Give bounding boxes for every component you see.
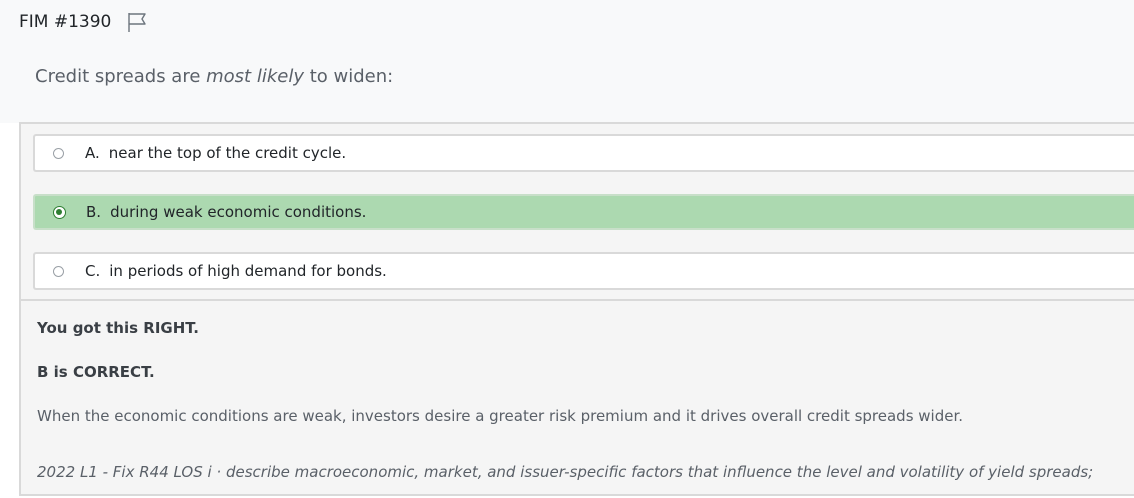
- choice-text: near the top of the credit cycle.: [108, 144, 347, 162]
- choice-letter: B.: [86, 203, 102, 221]
- choice-text: during weak economic conditions.: [110, 203, 367, 221]
- choice-a[interactable]: A. near the top of the credit cycle.: [33, 134, 1134, 172]
- choice-text: in periods of high demand for bonds.: [109, 262, 387, 280]
- radio-button-a[interactable]: [53, 147, 64, 159]
- los-reference: 2022 L1 - Fix R44 LOS i · describe macro…: [37, 463, 1094, 481]
- choice-b[interactable]: B. during weak economic conditions.: [33, 194, 1134, 230]
- choice-c[interactable]: C. in periods of high demand for bonds.: [33, 252, 1134, 290]
- choice-letter: C.: [85, 262, 101, 280]
- explanation-text: When the economic conditions are weak, i…: [37, 407, 964, 425]
- result-message: You got this RIGHT.: [37, 319, 199, 337]
- flag-icon[interactable]: [126, 11, 148, 33]
- question-header: FIM #1390 Credit spreads are most likely…: [0, 0, 1134, 123]
- choices-list: A. near the top of the credit cycle. B. …: [21, 124, 1134, 301]
- question-stem: Credit spreads are most likely to widen:: [35, 64, 393, 90]
- choice-letter: A.: [85, 144, 100, 162]
- question-text-emphasis: most likely: [206, 66, 304, 87]
- question-text-before: Credit spreads are: [35, 66, 207, 87]
- radio-button-c[interactable]: [53, 265, 64, 277]
- question-text-after: to widen:: [303, 66, 394, 87]
- answer-panel: A. near the top of the credit cycle. B. …: [19, 122, 1134, 496]
- question-id: FIM #1390: [19, 12, 112, 32]
- question-id-row: FIM #1390: [19, 9, 148, 35]
- correct-answer-message: B is CORRECT.: [37, 363, 155, 381]
- radio-button-b[interactable]: [53, 205, 66, 219]
